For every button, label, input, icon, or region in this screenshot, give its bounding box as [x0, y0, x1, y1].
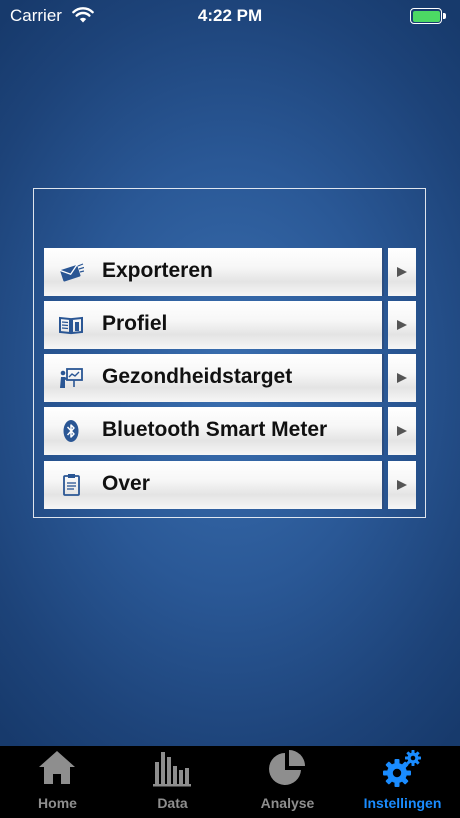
battery-icon	[410, 8, 446, 24]
gears-icon	[383, 750, 421, 787]
settings-menu-panel: Exporteren Profiel Gezondheidstarget Blu…	[33, 188, 426, 518]
menu-item-body[interactable]: Over	[44, 461, 384, 509]
bluetooth-icon	[63, 420, 79, 442]
menu-item-over[interactable]: Over	[44, 461, 416, 509]
envelope-send-icon	[59, 263, 84, 282]
chevron-right-icon	[397, 480, 407, 490]
menu-item-label: Exporteren	[102, 259, 213, 282]
bar-chart-icon	[153, 752, 191, 787]
tab-label: Data	[157, 795, 188, 811]
menu-item-profiel[interactable]: Profiel	[44, 301, 416, 349]
menu-item-label: Profiel	[102, 312, 168, 335]
menu-item-arrow[interactable]	[388, 407, 416, 455]
tab-home[interactable]: Home	[0, 746, 115, 818]
tab-label: Instellingen	[363, 795, 442, 811]
menu-item-body[interactable]: Bluetooth Smart Meter	[44, 407, 384, 455]
tab-label: Home	[38, 795, 77, 811]
tab-data[interactable]: Data	[115, 746, 230, 818]
menu-item-body[interactable]: Profiel	[44, 301, 384, 349]
tab-analyse[interactable]: Analyse	[230, 746, 345, 818]
menu-item-arrow[interactable]	[388, 301, 416, 349]
tab-instellingen[interactable]: Instellingen	[345, 746, 460, 818]
menu-item-gezondheidstarget[interactable]: Gezondheidstarget	[44, 354, 416, 402]
menu-item-label: Bluetooth Smart Meter	[102, 418, 328, 441]
status-time: 4:22 PM	[197, 6, 263, 25]
menu-item-exporteren[interactable]: Exporteren	[44, 248, 416, 296]
menu-item-arrow[interactable]	[388, 354, 416, 402]
chevron-right-icon	[397, 267, 407, 277]
menu-item-arrow[interactable]	[388, 248, 416, 296]
presentation-board-icon	[60, 368, 83, 388]
status-bar: Carrier 4:22 PM	[0, 0, 460, 32]
chevron-right-icon	[397, 426, 407, 436]
open-book-icon	[59, 316, 83, 335]
menu-item-body[interactable]: Gezondheidstarget	[44, 354, 384, 402]
clipboard-icon	[63, 474, 80, 496]
tab-label: Analyse	[260, 795, 315, 811]
menu-item-label: Over	[102, 472, 150, 495]
chevron-right-icon	[397, 320, 407, 330]
menu-item-label: Gezondheidstarget	[102, 365, 293, 388]
menu-item-arrow[interactable]	[388, 461, 416, 509]
chevron-right-icon	[397, 373, 407, 383]
home-icon	[39, 751, 75, 784]
pie-chart-icon	[269, 750, 305, 785]
menu-item-bluetooth-smart-meter[interactable]: Bluetooth Smart Meter	[44, 407, 416, 455]
tab-bar: Home Data Analyse Instellingen	[0, 746, 460, 818]
menu-item-body[interactable]: Exporteren	[44, 248, 384, 296]
